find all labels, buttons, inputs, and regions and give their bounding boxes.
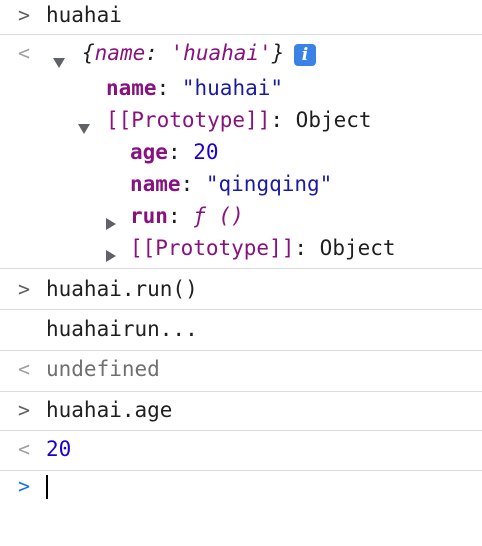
divider [0,34,482,35]
property-value: "qingqing" [205,172,333,196]
object-property-row: age: 20 [0,139,482,167]
property-colon: : [180,172,206,196]
object-property-row: name: "huahai" [0,75,482,103]
input-prompt-icon: > [18,277,31,301]
prototype-label: [[Prototype]] [106,108,271,132]
function-value: ƒ () [193,204,244,228]
function-property-row[interactable]: run: ƒ () [0,203,482,231]
input-command-text: huahai.run() [46,277,198,301]
input-command-text: huahai.age [46,398,173,422]
return-marker-icon: < [18,357,31,381]
return-marker-icon: < [18,41,31,65]
console-output-row: < 20 [0,436,482,466]
console-log-row: huahairun... [0,316,482,346]
text-cursor[interactable] [46,475,48,499]
property-value: "huahai" [181,76,284,100]
prototype-colon: : [294,236,320,260]
return-marker-icon: < [18,437,31,461]
collapse-triangle-icon[interactable] [106,243,116,267]
console-input-row: > huahai [0,2,482,32]
divider [0,391,482,392]
prototype-type: Object [295,108,372,132]
property-colon: : [167,204,194,228]
property-key: name [130,172,181,196]
info-icon[interactable]: i [294,44,316,66]
input-command-text: huahai [46,3,122,27]
input-prompt-icon: > [18,3,31,27]
console-input-row: > huahai.age [0,397,482,427]
property-key: age [130,140,168,164]
divider [0,430,482,431]
console-output-row: < undefined [0,356,482,386]
prototype-colon: : [270,108,296,132]
active-prompt-icon: > [18,474,31,498]
collapse-triangle-icon[interactable] [106,211,116,235]
property-colon: : [156,76,182,100]
object-property-row: name: "qingqing" [0,171,482,199]
divider [0,268,482,269]
expand-triangle-icon[interactable] [53,50,65,74]
divider [0,470,482,471]
return-value-text: undefined [46,357,160,381]
nested-prototype-row[interactable]: [[Prototype]]: Object [0,235,482,263]
input-prompt-icon: > [18,398,31,422]
prototype-row[interactable]: [[Prototype]]: Object [0,107,482,135]
console-input-row: > huahai.run() [0,276,482,306]
log-message-text: huahairun... [46,317,198,341]
prototype-label: [[Prototype]] [130,236,295,260]
divider [0,350,482,351]
property-colon: : [167,140,194,164]
object-summary-row[interactable]: < {name: 'huahai'} i [0,40,482,70]
return-value-text: 20 [46,437,72,461]
console-prompt-row[interactable]: > [0,474,482,500]
property-value: 20 [193,140,219,164]
property-key: run [130,204,168,228]
expand-triangle-icon[interactable] [78,116,90,140]
prototype-type: Object [319,236,396,260]
divider [0,309,482,310]
object-summary: {name: 'huahai'} [82,41,285,65]
property-key: name [106,76,157,100]
